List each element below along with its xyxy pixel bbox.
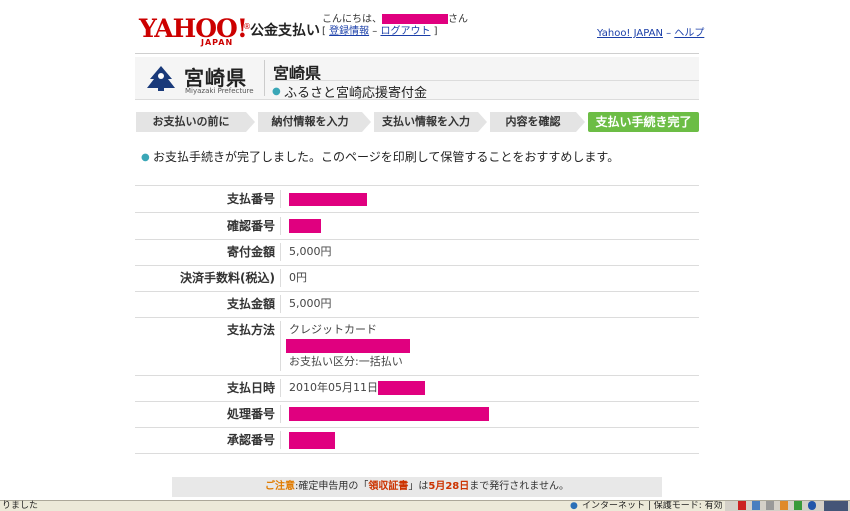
installment-type: お支払い区分:一括払い [289,355,403,368]
row-divider [280,431,281,449]
notice-text-3: まで発行されません。 [469,481,569,492]
step-enter-payment: 支払い情報を入力 [374,112,478,132]
payment-amount-value: 5,000円 [289,297,332,310]
row-divider [280,217,281,235]
approval-number-label: 承認番号 [226,433,275,447]
step-arrow-1 [246,112,255,132]
logout-link[interactable]: ログアウト [380,26,430,37]
approval-number-value [289,427,335,453]
tray-mail-icon[interactable] [794,501,802,510]
yahoo-logo[interactable]: YAHOO! JAPAN ® [139,16,251,47]
payment-number-label: 支払番号 [226,192,275,206]
step-arrow-2 [362,112,371,132]
tray-network-icon[interactable] [752,501,760,510]
banner-vertical-divider [264,60,265,96]
register-info-link[interactable]: 登録情報 [329,26,369,37]
tray-shield-icon[interactable] [738,501,746,510]
message-bullet-icon: ● [141,152,150,163]
row-divider [280,379,281,397]
receipt-notice: ご注意:確定申告用の「領収証書」は5月28日まで発行されません。 [172,477,662,497]
help-link[interactable]: ヘルプ [674,28,704,39]
redacted-card-number [286,339,410,353]
payment-amount-label: 支払金額 [226,297,275,311]
link-separator: – [372,26,378,37]
donation-amount-value: 5,000円 [289,245,332,258]
yahoo-japan-link[interactable]: Yahoo! JAPAN [597,28,663,39]
process-number-value [289,401,489,427]
row-payment-number: 支払番号 [135,186,699,213]
step-complete: 支払い手続き完了 [588,112,699,132]
row-process-number: 処理番号 [135,401,699,428]
notice-highlight-receipt: 領収証書 [368,481,409,492]
notice-text-2: 」は [408,481,429,492]
tray-help-icon[interactable] [808,501,816,510]
row-donation-amount: 寄付金額 5,000円 [135,239,699,266]
step-arrow-4 [576,112,585,132]
tray-update-icon[interactable] [780,501,788,510]
yahoo-logo-sub: JAPAN [201,38,234,47]
step-before-payment: お支払いの前に [136,112,246,132]
redacted-payment-number [289,192,367,206]
fee-label: 決済手数料(税込) [180,271,275,285]
redacted-approval-number [289,431,335,449]
step-confirm-label: 内容を確認 [505,115,561,128]
step-enter-billing-label: 納付情報を入力 [271,115,349,128]
payment-date: 2010年05月11日 [289,381,378,394]
banner-inner-divider [270,80,699,81]
step-complete-label: 支払い手続き完了 [595,115,692,129]
header-divider [135,53,699,54]
row-divider [280,405,281,423]
notice-highlight-date: 5月28日 [428,481,470,492]
bracket-open: [ [322,26,326,37]
step-confirm: 内容を確認 [490,112,576,132]
row-payment-method: 支払方法 クレジットカード お支払い区分:一括払い [135,317,699,376]
fee-value: 0円 [289,271,307,284]
subtitle-bullet-icon: ● [272,86,281,97]
row-divider [280,295,281,313]
row-confirmation-number: 確認番号 [135,213,699,240]
row-divider [280,243,281,261]
donation-amount-label: 寄付金額 [226,245,275,259]
redacted-username [382,14,448,24]
notice-text-1: :確定申告用の「 [295,481,369,492]
greeting-prefix: こんにちは、 [322,14,382,25]
row-divider [280,190,281,208]
row-divider [280,269,281,287]
bracket-close: ] [433,26,438,37]
step-arrow-3 [478,112,487,132]
payment-datetime-label: 支払日時 [226,381,275,395]
completion-message: お支払手続きが完了しました。このページを印刷して保管することをおすすめします。 [153,150,620,164]
step-enter-payment-label: 支払い情報を入力 [382,115,470,128]
row-payment-datetime: 支払日時 2010年05月11日 [135,375,699,402]
step-enter-billing: 納付情報を入力 [258,112,362,132]
browser-status-bar: りました ● インターネット | 保護モード: 有効 [0,500,850,511]
confirmation-number-value [289,213,321,239]
top-link-sep: – [666,28,672,39]
tray-speaker-icon[interactable] [766,501,774,510]
payment-method-label: 支払方法 [226,323,275,337]
row-divider [280,321,281,371]
redacted-process-number [289,407,489,421]
top-links: Yahoo! JAPAN – ヘルプ [597,24,704,39]
redacted-confirmation-number [289,219,321,233]
page-subtitle: ふるさと宮崎応援寄付金 [284,86,428,101]
redacted-payment-time [378,381,425,395]
notice-warning-label: ご注意 [265,481,296,492]
greeting-suffix: さん [448,14,468,25]
step-before-payment-label: お支払いの前に [152,115,230,128]
row-payment-amount: 支払金額 5,000円 [135,291,699,318]
user-greeting: こんにちは、 さん [ 登録情報 – ログアウト ] [322,14,482,38]
row-approval-number: 承認番号 [135,427,699,454]
prefecture-name-en: Miyazaki Prefecture [185,87,254,95]
row-fee: 決済手数料(税込) 0円 [135,265,699,292]
prefecture-emblem-icon [144,63,178,96]
payment-number-value [289,186,367,212]
payment-datetime-value: 2010年05月11日 [289,375,425,401]
process-number-label: 処理番号 [226,407,275,421]
service-title: 公金支払い [250,23,320,39]
confirmation-number-label: 確認番号 [226,219,275,233]
